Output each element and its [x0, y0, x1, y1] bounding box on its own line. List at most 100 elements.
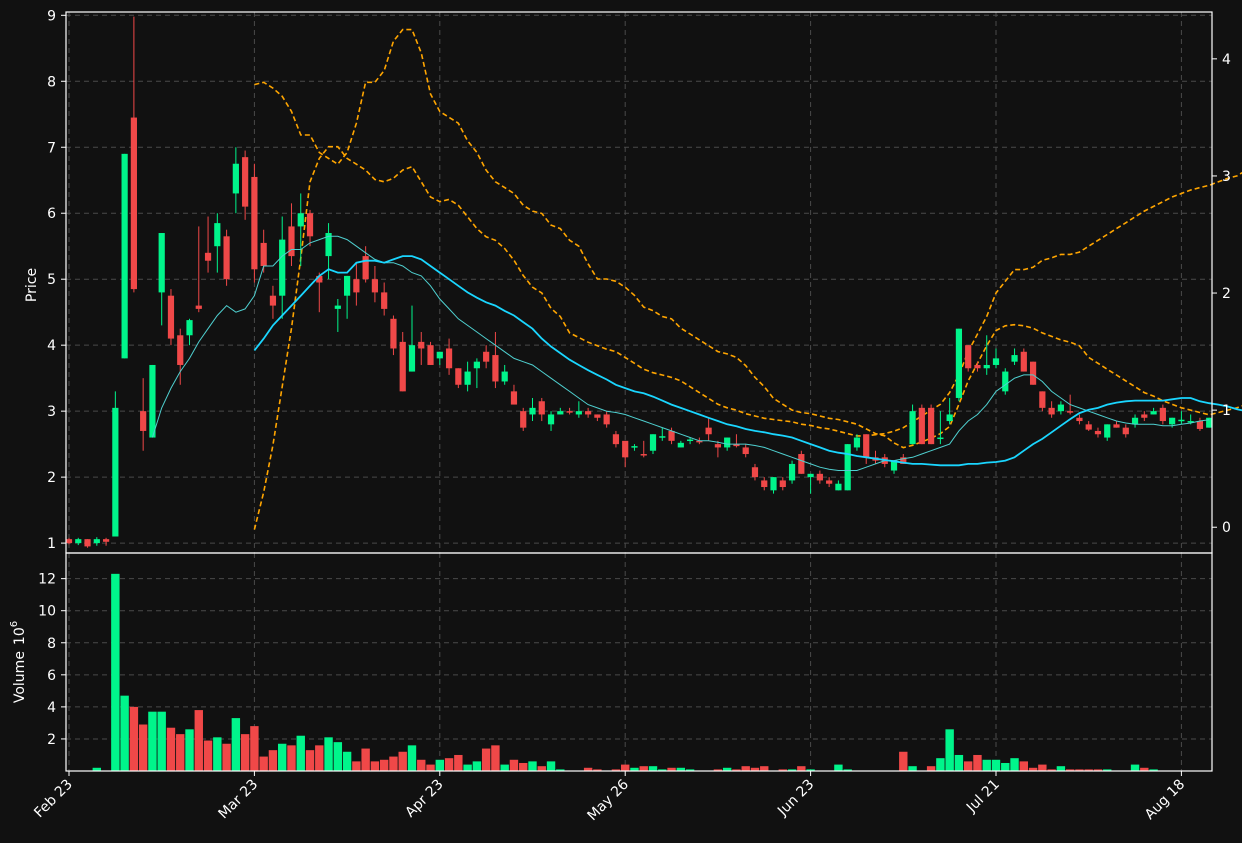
- price-tick-label: 5: [47, 272, 56, 288]
- candle-body: [436, 351, 443, 359]
- candle-body: [501, 371, 508, 382]
- volume-bar: [528, 761, 537, 771]
- chart-background: [0, 0, 1242, 843]
- candle-body: [1085, 424, 1092, 430]
- volume-bar: [639, 766, 648, 771]
- candle-body: [186, 320, 193, 336]
- candle-body: [1094, 430, 1102, 435]
- candle-body: [269, 295, 277, 306]
- candle-body: [520, 411, 527, 428]
- price-tick-label: 2: [47, 470, 56, 486]
- volume-bar: [259, 756, 268, 771]
- volume-bar: [268, 750, 278, 771]
- candle-body: [306, 213, 314, 237]
- volume-bar: [222, 743, 231, 771]
- candle-body: [1178, 419, 1185, 422]
- volume-bar: [1038, 764, 1047, 771]
- volume-bar: [370, 761, 380, 771]
- candle-body: [714, 444, 721, 448]
- candle-body: [983, 364, 990, 369]
- volume-bar: [546, 761, 556, 771]
- volume-bar: [315, 745, 324, 771]
- candle-body: [538, 401, 545, 415]
- volume-tick-label: 10: [38, 604, 56, 620]
- price-axis-label: Price: [24, 268, 40, 302]
- candle-body: [232, 163, 239, 194]
- volume-bar: [454, 754, 463, 771]
- volume-axis-power: 6: [9, 621, 20, 627]
- volume-bar: [342, 751, 352, 771]
- candle-body: [1020, 351, 1027, 372]
- candle-body: [835, 483, 842, 491]
- candle-body: [677, 442, 684, 448]
- candle-body: [1067, 411, 1074, 413]
- volume-bar: [973, 754, 982, 771]
- volume-tick-label: 4: [47, 700, 56, 716]
- candle-body: [1113, 424, 1120, 428]
- candle-body: [492, 355, 499, 382]
- candle-body: [844, 444, 851, 491]
- candle-body: [371, 279, 379, 293]
- volume-bar: [1056, 766, 1066, 771]
- volume-bar: [203, 740, 213, 771]
- candle-body: [464, 371, 471, 385]
- volume-bar: [296, 735, 305, 771]
- right-tick-label: 1: [1222, 403, 1231, 419]
- candle-body: [1048, 407, 1055, 415]
- volume-bar: [472, 761, 482, 771]
- volume-bar: [250, 726, 259, 771]
- volume-bar: [111, 573, 120, 771]
- candle-body: [603, 414, 610, 425]
- right-tick-label: 4: [1222, 52, 1231, 68]
- candle-body: [399, 341, 406, 392]
- candle-body: [575, 411, 582, 415]
- volume-bar: [361, 748, 370, 771]
- volume-bar: [797, 766, 806, 771]
- candle-body: [408, 345, 416, 372]
- candle-body: [1169, 417, 1176, 425]
- volume-bar: [148, 711, 157, 771]
- volume-bar: [166, 727, 176, 771]
- candle-body: [1159, 407, 1166, 422]
- candle-body: [297, 213, 304, 227]
- volume-bar: [954, 754, 964, 771]
- candle-body: [612, 434, 620, 445]
- volume-bar: [407, 745, 417, 771]
- volume-bar: [899, 751, 908, 771]
- candle-body: [334, 305, 341, 309]
- volume-bar: [481, 748, 491, 771]
- candle-body: [640, 454, 647, 456]
- price-tick-label: 8: [47, 74, 56, 90]
- candle-body: [260, 242, 267, 267]
- candle-body: [75, 539, 82, 544]
- volume-bar: [936, 758, 945, 771]
- volume-tick-label: 2: [47, 732, 56, 748]
- candle-body: [279, 239, 286, 296]
- volume-tick-label: 8: [47, 636, 56, 652]
- candle-body: [974, 364, 981, 369]
- volume-bar: [741, 766, 750, 771]
- volume-bar: [444, 758, 454, 771]
- candle-body: [112, 407, 119, 537]
- volume-bar: [278, 743, 287, 771]
- candle-body: [622, 440, 629, 458]
- volume-bar: [926, 766, 936, 771]
- candle-body: [863, 434, 870, 458]
- candle-body: [390, 318, 397, 349]
- candle-body: [557, 411, 564, 415]
- candle-body: [853, 437, 861, 448]
- candle-body: [1141, 414, 1148, 418]
- candle-body: [1122, 427, 1129, 435]
- volume-bar: [287, 745, 296, 771]
- candle-body: [1206, 417, 1213, 428]
- volume-bar: [621, 764, 630, 771]
- candle-body: [140, 411, 147, 431]
- candle-body: [1002, 371, 1009, 392]
- candle-body: [149, 364, 156, 438]
- candle-body: [130, 117, 137, 290]
- candle-body: [529, 407, 536, 415]
- candle-body: [928, 407, 935, 445]
- candle-body: [445, 348, 453, 369]
- candle-body: [195, 305, 202, 309]
- candle-body: [751, 467, 759, 478]
